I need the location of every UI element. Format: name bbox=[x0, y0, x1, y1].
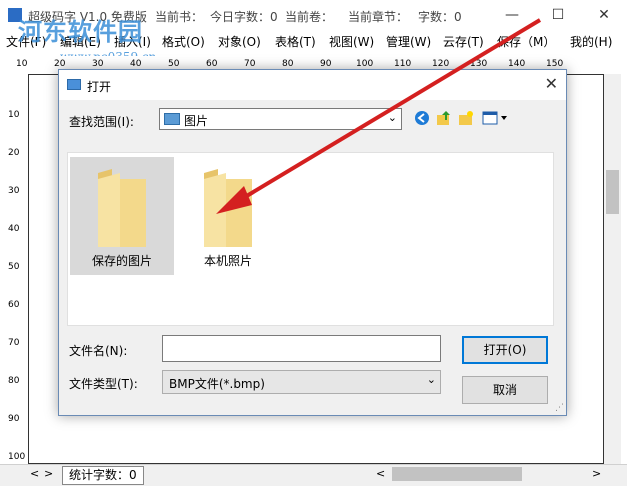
annotation-arrow bbox=[216, 18, 542, 214]
arrow-head bbox=[216, 186, 252, 214]
arrow-shaft bbox=[238, 18, 542, 202]
